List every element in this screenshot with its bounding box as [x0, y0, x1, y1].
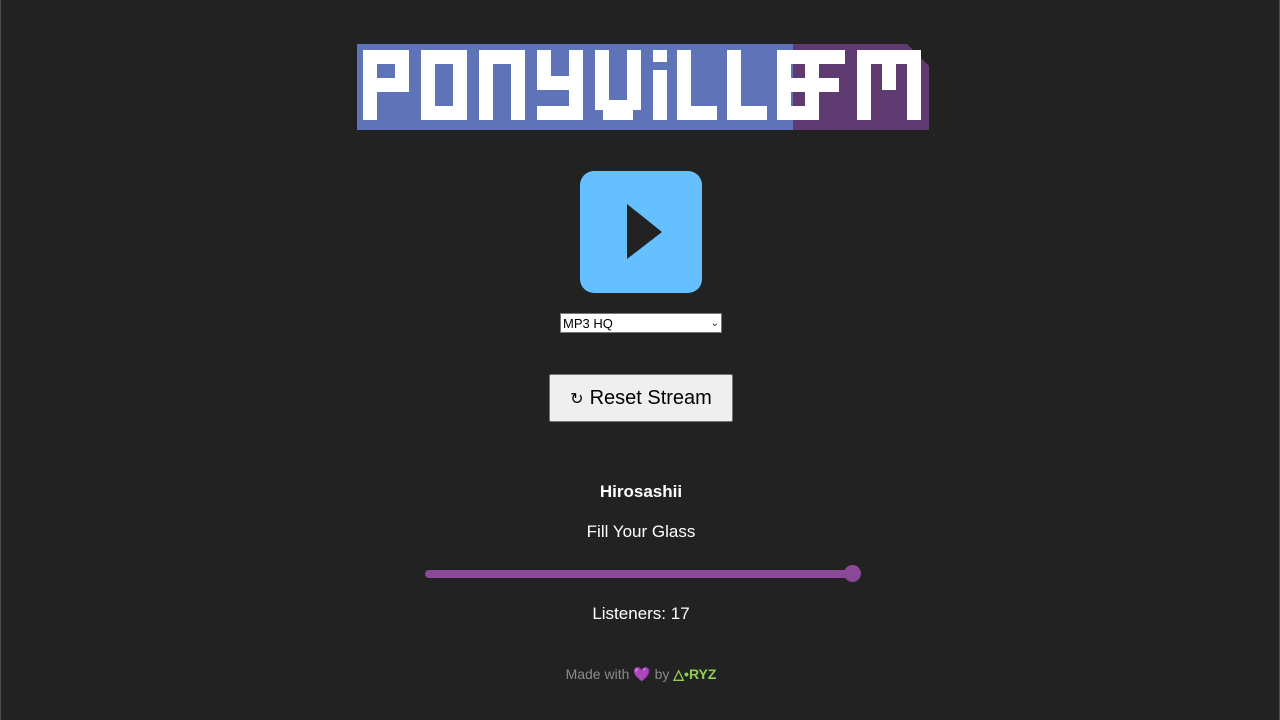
now-playing-title: Fill Your Glass — [586, 522, 696, 541]
reload-icon: ↻ — [570, 391, 584, 408]
volume-slider[interactable] — [425, 565, 861, 583]
volume-slider-fill — [425, 570, 853, 578]
footer-made-with: Made with — [565, 666, 630, 682]
footer-brand-link[interactable]: △•RYZ — [673, 666, 716, 682]
chevron-down-icon: ⌄ — [710, 317, 719, 329]
reset-stream-label: Reset Stream — [589, 386, 712, 409]
footer-by: by — [654, 666, 670, 682]
stream-quality-value: MP3 HQ — [563, 315, 613, 331]
now-playing-artist: Hirosashii — [599, 482, 683, 501]
play-button[interactable] — [580, 171, 702, 293]
ponyville-fm-logo — [357, 44, 929, 130]
volume-slider-thumb[interactable] — [844, 565, 861, 582]
listener-count: Listeners: 17 — [592, 604, 690, 623]
reset-stream-button[interactable]: ↻ Reset Stream — [549, 374, 733, 422]
heart-icon: 💜 — [633, 666, 651, 682]
play-icon — [627, 204, 662, 259]
stream-quality-select[interactable]: MP3 HQ ⌄ — [560, 313, 722, 333]
footer-credit: Made with 💜 by △•RYZ — [1, 666, 1280, 683]
page: MP3 HQ ⌄ ↻ Reset Stream Hirosashii Fill … — [0, 0, 1280, 720]
